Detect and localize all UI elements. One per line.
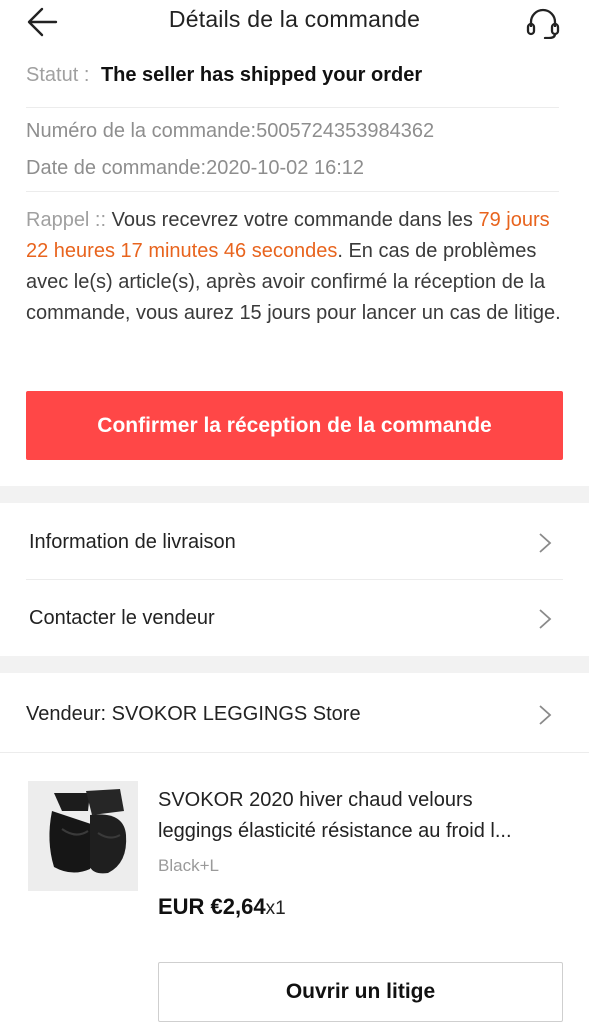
top-bar: Détails de la commande [0, 0, 589, 44]
delivery-info-label: Information de livraison [29, 530, 236, 553]
order-date: Date de commande:2020-10-02 16:12 [26, 157, 365, 179]
open-dispute-button[interactable]: Ouvrir un litige [158, 962, 563, 1022]
chevron-right-icon [539, 609, 552, 629]
contact-seller-label: Contacter le vendeur [29, 606, 215, 629]
product-price: EUR €2,64x1 [158, 894, 286, 920]
divider [26, 107, 559, 108]
page-title: Détails de la commande [168, 6, 421, 32]
divider [0, 752, 589, 753]
product-title-line2: leggings élasticité résistance au froid … [158, 820, 512, 842]
product-title-line1: SVOKOR 2020 hiver chaud velours [158, 789, 473, 811]
product-variant: Black+L [158, 856, 219, 875]
chevron-right-icon [539, 533, 552, 553]
delivery-info-row[interactable]: Information de livraison [0, 504, 589, 580]
reminder-text-before: Vous recevrez votre commande dans les [111, 209, 473, 231]
divider [26, 191, 559, 192]
headset-icon[interactable] [524, 7, 562, 39]
reminder-label: Rappel :: [26, 209, 107, 231]
price-value: EUR €2,64 [158, 894, 266, 919]
confirm-receipt-button[interactable]: Confirmer la réception de la commande [26, 391, 563, 460]
leggings-image [28, 781, 138, 891]
seller-name: Vendeur: SVOKOR LEGGINGS Store [26, 702, 361, 725]
reminder-text: Rappel :: Vous recevrez votre commande d… [26, 205, 563, 329]
seller-row[interactable]: Vendeur: SVOKOR LEGGINGS Store [0, 676, 589, 752]
contact-seller-row[interactable]: Contacter le vendeur [0, 580, 589, 656]
status-value: The seller has shipped your order [100, 64, 423, 86]
quantity: x1 [265, 898, 286, 919]
order-number: Numéro de la commande:5005724353984362 [26, 120, 435, 142]
product-title[interactable]: SVOKOR 2020 hiver chaud velours leggings… [158, 785, 568, 847]
section-separator [0, 656, 589, 673]
section-separator [0, 486, 589, 503]
order-status: Statut : The seller has shipped your ord… [26, 64, 563, 87]
chevron-right-icon [539, 705, 552, 725]
product-image[interactable] [28, 781, 138, 891]
status-label: Statut : [26, 64, 90, 86]
